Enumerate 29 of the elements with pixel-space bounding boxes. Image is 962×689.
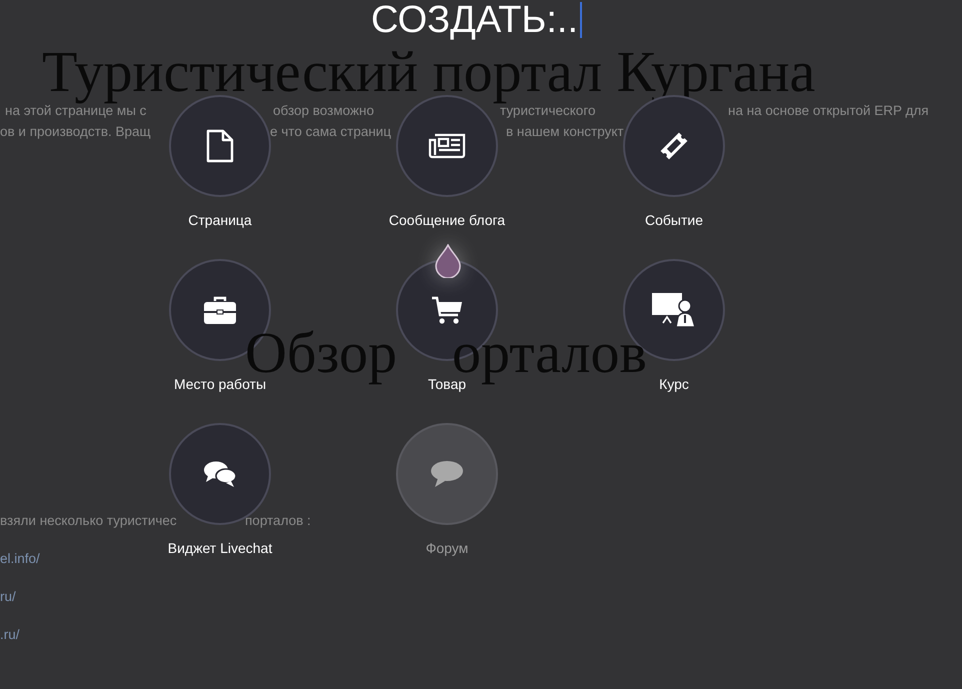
- option-label: Виджет Livechat: [168, 540, 272, 557]
- paragraph-text: в нашем конструкт: [506, 124, 624, 139]
- paragraph-text: на этой странице мы с: [5, 103, 146, 118]
- portal-link[interactable]: el.info/: [0, 548, 40, 569]
- paragraph-text: туристического: [500, 103, 596, 118]
- option-label: Событие: [645, 212, 703, 229]
- presentation-icon: [651, 292, 697, 328]
- drop-icon: [434, 244, 462, 278]
- ticket-icon: [658, 130, 690, 162]
- portal-link[interactable]: .ru/: [0, 624, 20, 645]
- paragraph-text: взяли несколько туристичес: [0, 513, 177, 528]
- newspaper-icon: [428, 133, 466, 159]
- chat-bubbles-icon: [203, 459, 237, 489]
- briefcase-icon: [203, 295, 237, 325]
- create-title: СОЗДАТЬ:..: [370, 2, 578, 38]
- paragraph-text: порталов :: [245, 513, 311, 528]
- paragraph-text: обзор возможно: [273, 103, 374, 118]
- shopping-cart-icon: [431, 295, 463, 325]
- option-label: Форум: [426, 540, 468, 557]
- chat-bubble-icon: [430, 459, 464, 489]
- document-icon: [205, 129, 235, 163]
- text-cursor: [580, 2, 582, 38]
- option-label: Курс: [659, 376, 689, 393]
- paragraph-text: на на основе открытой ERP для: [728, 103, 929, 118]
- portal-link[interactable]: ru/: [0, 586, 16, 607]
- option-label: Страница: [188, 212, 252, 229]
- option-label: Сообщение блога: [388, 212, 506, 229]
- paragraph-text: е что сама страниц: [270, 124, 392, 139]
- paragraph-text: ов и производств. Вращ: [0, 124, 151, 139]
